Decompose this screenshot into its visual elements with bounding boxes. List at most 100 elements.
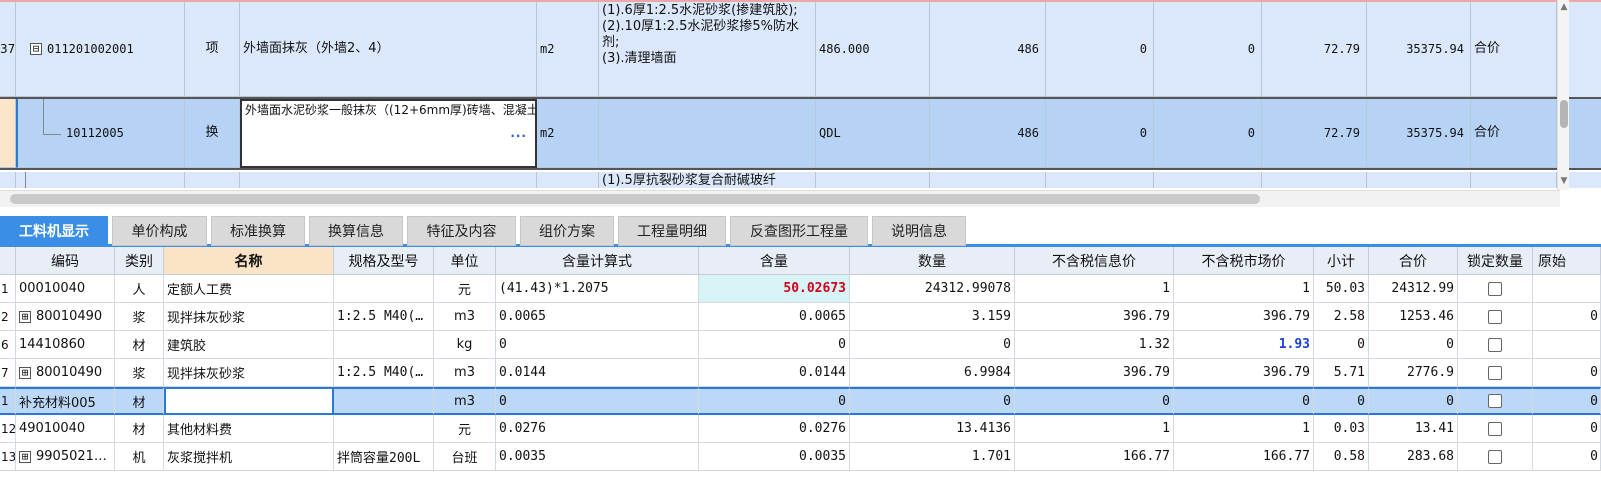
resource-market-price[interactable]: 166.77 — [1174, 443, 1314, 471]
resource-name[interactable]: 现拌抹灰砂浆 — [164, 359, 334, 387]
resource-spec[interactable]: 1:2.5 M40(… — [334, 303, 434, 331]
lock-qty-checkbox[interactable] — [1488, 365, 1502, 380]
horizontal-scrollbar[interactable] — [0, 190, 1560, 207]
header-content-expr[interactable]: 含量计算式 — [496, 247, 699, 275]
header-info-price[interactable]: 不含税信息价 — [1015, 247, 1174, 275]
resource-content[interactable]: 0.0144 — [699, 359, 850, 387]
resource-spec[interactable]: 拌筒容量200L — [334, 443, 434, 471]
scroll-down-icon[interactable]: ▼ — [1559, 176, 1569, 186]
item-row[interactable]: 37 ⊟ 011201002001 项 外墙面抹灰（外墙2、4） m2 (1).… — [0, 2, 1601, 97]
resource-row[interactable]: 1 00010040 人 定额人工费 元 (41.43)*1.2075 50.0… — [0, 275, 1601, 303]
header-unit[interactable]: 单位 — [434, 247, 496, 275]
resource-spec[interactable]: 1:2.5 M40(… — [334, 359, 434, 387]
resource-content-expr[interactable]: 0 — [496, 387, 699, 415]
item-type: 项 — [185, 2, 240, 97]
resource-market-price[interactable]: 1 — [1174, 275, 1314, 303]
resource-name[interactable]: 现拌抹灰砂浆 — [164, 303, 334, 331]
vertical-scrollbar[interactable]: ▲ ▼ — [1557, 0, 1569, 190]
header-total[interactable]: 合价 — [1369, 247, 1458, 275]
resource-content-expr[interactable]: 0.0035 — [496, 443, 699, 471]
resource-content[interactable]: 0.0065 — [699, 303, 850, 331]
resource-content-expr[interactable]: (41.43)*1.2075 — [496, 275, 699, 303]
resource-market-price[interactable]: 1 — [1174, 415, 1314, 443]
resource-row-selected[interactable]: 1 补充材料005 材 m3 0 0 0 0 0 0 0 0 — [0, 387, 1601, 415]
expand-icon[interactable]: ⊞ — [19, 310, 31, 323]
resource-name[interactable]: 其他材料费 — [164, 415, 334, 443]
tab-graphic-quantity[interactable]: 反查图形工程量 — [730, 216, 868, 246]
header-original[interactable]: 原始 — [1533, 247, 1601, 275]
lock-qty-checkbox[interactable] — [1488, 394, 1502, 408]
header-quantity[interactable]: 数量 — [850, 247, 1015, 275]
tab-quantity-details[interactable]: 工程量明细 — [618, 216, 726, 246]
resource-category: 机 — [115, 443, 164, 471]
resource-name-editor[interactable] — [164, 387, 334, 415]
tab-conversion-info[interactable]: 换算信息 — [309, 216, 403, 246]
scrollbar-thumb[interactable] — [10, 194, 1260, 204]
header-category[interactable]: 类别 — [115, 247, 164, 275]
resource-name[interactable]: 定额人工费 — [164, 275, 334, 303]
header-market-price[interactable]: 不含税市场价 — [1174, 247, 1314, 275]
tab-features-content[interactable]: 特征及内容 — [407, 216, 516, 246]
resource-total: 2776.9 — [1369, 359, 1458, 387]
header-name[interactable]: 名称 — [164, 247, 334, 275]
tab-pricing-scheme[interactable]: 组价方案 — [520, 216, 614, 246]
item-qty-expr[interactable]: 486.000 — [816, 2, 930, 97]
lock-qty-cell — [1458, 415, 1533, 443]
header-subtotal[interactable]: 小计 — [1314, 247, 1369, 275]
resource-content[interactable]: 0 — [699, 387, 850, 415]
resource-name[interactable]: 建筑胶 — [164, 331, 334, 359]
tab-labor-material-machine[interactable]: 工料机显示 — [0, 216, 108, 246]
lock-qty-checkbox[interactable] — [1488, 449, 1502, 464]
resource-spec[interactable] — [334, 415, 434, 443]
header-code[interactable]: 编码 — [16, 247, 115, 275]
resource-market-price[interactable]: 396.79 — [1174, 359, 1314, 387]
resource-market-price[interactable]: 1.93 — [1174, 331, 1314, 359]
quota-name-editor[interactable]: 外墙面水泥砂浆一般抹灰（(12+6mm厚)砖墙、混凝土墙） 换为【现拌抹灰砂浆1… — [240, 99, 537, 168]
resource-content[interactable]: 0.0276 — [699, 415, 850, 443]
item-name[interactable]: 外墙面抹灰（外墙2、4） — [240, 2, 537, 97]
resource-subtotal: 0.03 — [1314, 415, 1369, 443]
lock-qty-checkbox[interactable] — [1488, 337, 1502, 352]
resource-row[interactable]: 2 ⊞ 80010490 浆 现拌抹灰砂浆 1:2.5 M40(… m3 0.0… — [0, 303, 1601, 331]
header-spec[interactable]: 规格及型号 — [334, 247, 434, 275]
resource-quantity: 1.701 — [850, 443, 1015, 471]
expand-icon[interactable]: ⊞ — [19, 450, 31, 463]
resource-name[interactable]: 灰浆搅拌机 — [164, 443, 334, 471]
lock-qty-checkbox[interactable] — [1488, 421, 1502, 436]
resource-row[interactable]: 7 ⊞ 80010490 浆 现拌抹灰砂浆 1:2.5 M40(… m3 0.0… — [0, 359, 1601, 387]
resource-spec[interactable] — [334, 387, 434, 415]
resource-content[interactable]: 50.02673 — [699, 275, 850, 303]
item-features[interactable]: (1).5厚抗裂砂浆复合耐碱玻纤 — [599, 172, 816, 188]
item-row-partial[interactable]: (1).5厚抗裂砂浆复合耐碱玻纤 — [0, 172, 1601, 188]
tab-standard-conversion[interactable]: 标准换算 — [211, 216, 305, 246]
tree-line-icon — [25, 172, 26, 188]
resource-content[interactable]: 0 — [699, 331, 850, 359]
resource-row[interactable]: 6 14410860 材 建筑胶 kg 0 0 0 1.32 1.93 0 0 — [0, 331, 1601, 359]
lock-qty-checkbox[interactable] — [1488, 281, 1502, 296]
expand-icon[interactable]: ⊞ — [19, 366, 31, 379]
resource-spec[interactable] — [334, 331, 434, 359]
quota-qty-expr[interactable]: QDL — [816, 99, 930, 168]
scroll-up-icon[interactable]: ▲ — [1559, 2, 1569, 12]
resource-content-expr[interactable]: 0.0144 — [496, 359, 699, 387]
resource-content-expr[interactable]: 0.0276 — [496, 415, 699, 443]
item-unit: m2 — [537, 2, 599, 97]
item-row-selected[interactable]: 10112005 换 外墙面水泥砂浆一般抹灰（(12+6mm厚)砖墙、混凝土墙）… — [0, 97, 1601, 170]
collapse-icon[interactable]: ⊟ — [30, 43, 42, 55]
resource-content[interactable]: 0.0035 — [699, 443, 850, 471]
resource-market-price[interactable]: 396.79 — [1174, 303, 1314, 331]
lock-qty-checkbox[interactable] — [1488, 309, 1502, 324]
resource-row[interactable]: 13 ⊞ 9905021… 机 灰浆搅拌机 拌筒容量200L 台班 0.0035… — [0, 443, 1601, 471]
resource-content-expr[interactable]: 0 — [496, 331, 699, 359]
tab-description[interactable]: 说明信息 — [872, 216, 966, 246]
scrollbar-thumb[interactable] — [1560, 100, 1568, 128]
item-features[interactable]: (1).6厚1:2.5水泥砂浆(掺建筑胶); (2).10厚1:2.5水泥砂浆掺… — [599, 2, 816, 97]
resource-spec[interactable] — [334, 275, 434, 303]
header-content[interactable]: 含量 — [699, 247, 850, 275]
resource-market-price[interactable]: 0 — [1174, 387, 1314, 415]
header-lock-qty[interactable]: 锁定数量 — [1458, 247, 1533, 275]
resource-content-expr[interactable]: 0.0065 — [496, 303, 699, 331]
ellipsis-icon[interactable]: ··· — [510, 128, 527, 144]
tab-unit-price-composition[interactable]: 单价构成 — [112, 216, 207, 246]
resource-row[interactable]: 12 49010040 材 其他材料费 元 0.0276 0.0276 13.4… — [0, 415, 1601, 443]
